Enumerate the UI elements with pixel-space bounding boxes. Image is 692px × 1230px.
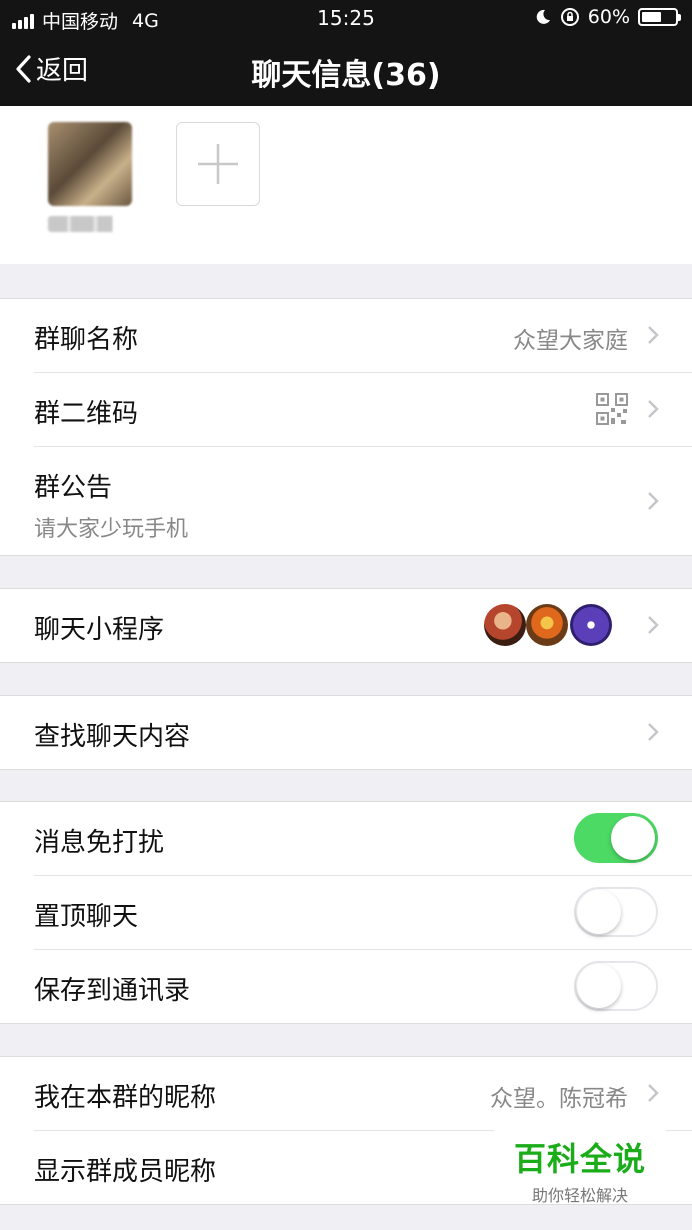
- announcement-label: 群公告: [34, 473, 113, 503]
- toggles-section: 消息免打扰 置顶聊天 保存到通讯录: [0, 801, 692, 1024]
- chevron-right-icon: [648, 400, 659, 418]
- watermark-title: 百科全说: [513, 1140, 646, 1178]
- group-info-section: 群聊名称 众望大家庭 群二维码 群公告 请大家少玩手机: [0, 298, 692, 556]
- search-section: 查找聊天内容: [0, 695, 692, 770]
- watermark: 百科全说 助你轻松解决: [494, 1120, 666, 1205]
- sticky-label: 置顶聊天: [34, 902, 139, 932]
- member-grid: [0, 106, 692, 264]
- chevron-right-icon: [648, 616, 659, 634]
- search-chat-label: 查找聊天内容: [34, 722, 191, 752]
- mute-row: 消息免打扰: [34, 802, 692, 876]
- battery-percent: 60%: [587, 6, 630, 28]
- sticky-row: 置顶聊天: [34, 876, 692, 950]
- rotation-lock-icon: [560, 8, 579, 26]
- page-title: 聊天信息(36): [251, 58, 441, 93]
- member-item[interactable]: [48, 122, 132, 232]
- avatar: [48, 122, 132, 206]
- show-nicknames-label: 显示群成员昵称: [34, 1157, 217, 1187]
- add-member-button[interactable]: [176, 122, 260, 206]
- save-contacts-row: 保存到通讯录: [34, 950, 692, 1023]
- app-purple-icon: [570, 604, 612, 646]
- mini-programs-row[interactable]: 聊天小程序: [34, 589, 692, 662]
- group-name-value: 众望大家庭: [513, 328, 628, 354]
- announcement-row[interactable]: 群公告 请大家少玩手机: [34, 447, 692, 555]
- group-name-label: 群聊名称: [34, 325, 139, 355]
- group-name-row[interactable]: 群聊名称 众望大家庭: [34, 299, 692, 373]
- watermark-subtitle: 助你轻松解决: [531, 1186, 628, 1205]
- save-contacts-toggle[interactable]: [574, 961, 658, 1011]
- qr-code-row[interactable]: 群二维码: [34, 373, 692, 447]
- game-hero-icon: [484, 604, 526, 646]
- mute-label: 消息免打扰: [34, 828, 165, 858]
- chevron-right-icon: [648, 326, 659, 344]
- my-nickname-value: 众望。陈冠希: [490, 1086, 628, 1112]
- plus-icon: [197, 143, 238, 184]
- qr-code-label: 群二维码: [34, 399, 139, 429]
- battery-fill: [642, 12, 662, 22]
- chevron-right-icon: [648, 723, 659, 741]
- mute-toggle[interactable]: [574, 813, 658, 863]
- save-contacts-label: 保存到通讯录: [34, 976, 191, 1006]
- my-nickname-label: 我在本群的昵称: [34, 1083, 217, 1113]
- qr-code-icon: [596, 393, 628, 425]
- moon-icon: [536, 9, 550, 24]
- member-name-blurred: [48, 216, 124, 232]
- announcement-text: 请大家少玩手机: [34, 517, 189, 542]
- status-bar: 中国移动 4G 15:25 60%: [0, 0, 692, 36]
- mini-programs-label: 聊天小程序: [34, 615, 165, 645]
- top-bar: 中国移动 4G 15:25 60% 返回 聊天信息(36): [0, 0, 692, 106]
- chevron-right-icon: [648, 492, 659, 510]
- nav-bar: 返回 聊天信息(36): [0, 36, 692, 106]
- game-character-icon: [526, 604, 568, 646]
- battery-icon: [638, 8, 681, 26]
- mini-program-section: 聊天小程序: [0, 588, 692, 663]
- search-chat-row[interactable]: 查找聊天内容: [34, 696, 692, 769]
- sticky-toggle[interactable]: [574, 887, 658, 937]
- chevron-right-icon: [648, 1084, 659, 1102]
